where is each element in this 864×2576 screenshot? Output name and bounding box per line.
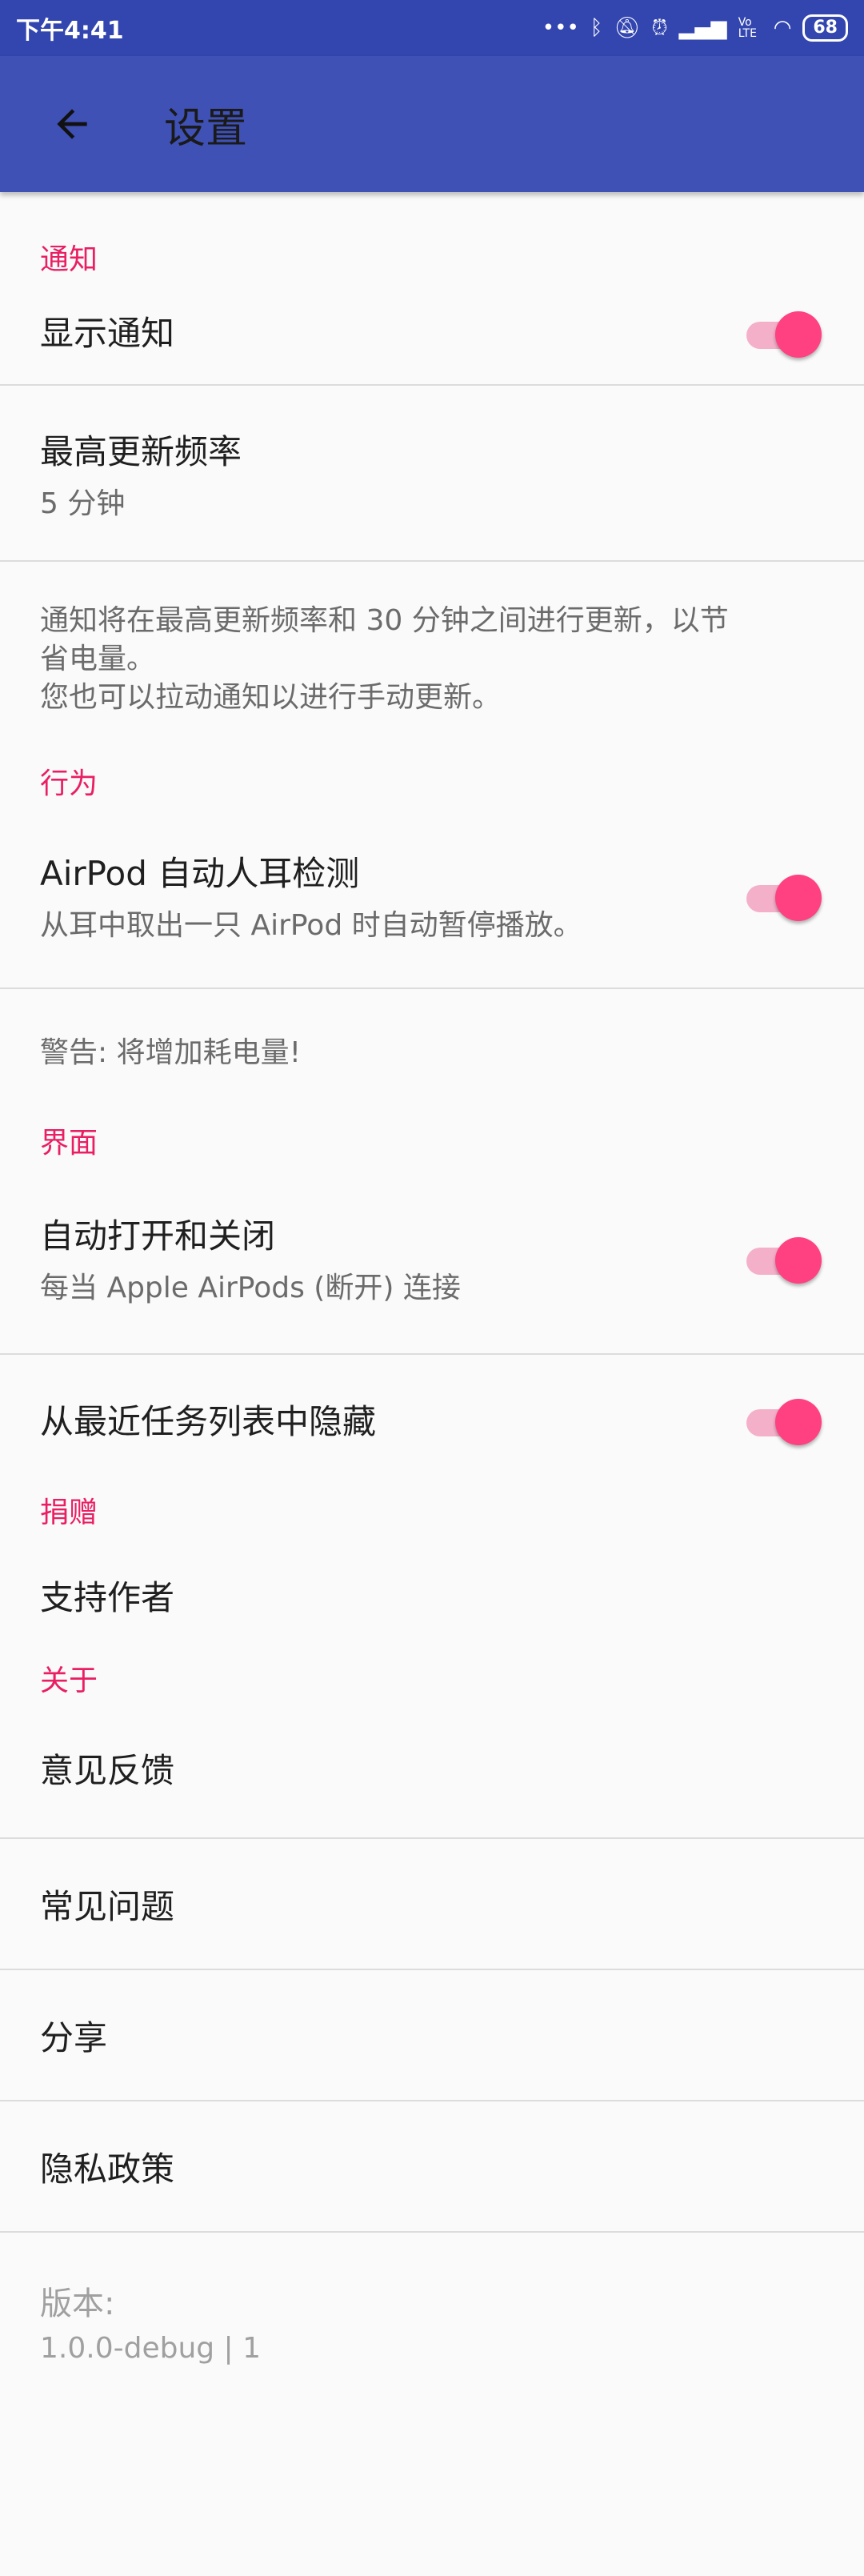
notification-note-line1: 通知将在最高更新频率和 30 分钟之间进行更新，以节	[40, 604, 729, 637]
page-title: 设置	[164, 104, 248, 153]
auto-open-title: 自动打开和关闭	[40, 1216, 276, 1256]
back-arrow-icon	[57, 109, 87, 139]
feedback-row[interactable]: 意见反馈	[0, 1699, 864, 1837]
alarm-icon: ⏰︎	[651, 15, 668, 40]
max-update-rate-title: 最高更新频率	[40, 431, 242, 471]
auto-open-switch[interactable]	[740, 1233, 822, 1284]
battery-icon: 68	[802, 14, 848, 42]
share-row[interactable]: 分享	[0, 1970, 864, 2100]
support-author-row[interactable]: 支持作者	[0, 1531, 864, 1659]
volte-icon: Vo LTE	[738, 16, 757, 40]
show-notifications-switch[interactable]	[740, 307, 822, 358]
back-button[interactable]	[44, 96, 100, 152]
max-update-rate-row[interactable]: 最高更新频率 5 分钟	[0, 386, 864, 560]
support-author-label: 支持作者	[40, 1577, 175, 1617]
auto-open-sub: 每当 Apple AirPods (断开) 连接	[40, 1271, 461, 1304]
notification-note-line3: 您也可以拉动通知以进行手动更新。	[40, 681, 502, 714]
section-header-ui: 界面	[40, 1127, 98, 1160]
section-header-donate: 捐赠	[40, 1496, 98, 1529]
version-value: 1.0.0-debug | 1	[40, 2331, 262, 2365]
app-bar: 设置	[0, 56, 864, 192]
section-header-about: 关于	[40, 1665, 98, 1697]
status-time: 下午4:41	[16, 17, 124, 45]
ear-detect-switch[interactable]	[740, 871, 822, 921]
feedback-label: 意见反馈	[40, 1751, 175, 1790]
privacy-label: 隐私政策	[40, 2149, 175, 2189]
version-row: 版本: 1.0.0-debug | 1	[0, 2233, 864, 2409]
show-notifications-label: 显示通知	[40, 314, 175, 353]
warning-note: 警告: 将增加耗电量!	[40, 1036, 302, 1069]
notification-note-line2: 省电量。	[40, 643, 156, 675]
hide-recent-row[interactable]: 从最近任务列表中隐藏	[0, 1355, 864, 1483]
section-header-notify: 通知	[40, 243, 98, 276]
faq-row[interactable]: 常见问题	[0, 1839, 864, 1969]
notification-note: 通知将在最高更新频率和 30 分钟之间进行更新，以节 省电量。 您也可以拉动通知…	[0, 562, 864, 746]
ear-detect-row[interactable]: AirPod 自动人耳检测 从耳中取出一只 AirPod 时自动暂停播放。	[0, 802, 864, 988]
mute-icon: 🔕︎	[614, 16, 641, 40]
share-label: 分享	[40, 2017, 108, 2057]
status-bar: 下午4:41 ••• ᛒ 🔕︎ ⏰︎ ▂▄▆ Vo LTE ◠ 68	[0, 0, 864, 56]
auto-open-row[interactable]: 自动打开和关闭 每当 Apple AirPods (断开) 连接	[0, 1161, 864, 1353]
hide-recent-label: 从最近任务列表中隐藏	[40, 1401, 377, 1441]
bluetooth-icon: ᛒ	[590, 16, 603, 40]
ear-detect-title: AirPod 自动人耳检测	[40, 853, 360, 893]
signal-icon: ▂▄▆	[678, 16, 727, 40]
section-header-behavior: 行为	[40, 767, 98, 800]
version-label: 版本:	[40, 2285, 115, 2322]
wifi-icon: ◠	[773, 16, 792, 40]
more-dots-icon: •••	[542, 16, 579, 40]
hide-recent-switch[interactable]	[740, 1395, 822, 1445]
privacy-row[interactable]: 隐私政策	[0, 2101, 864, 2231]
max-update-rate-value: 5 分钟	[40, 487, 126, 520]
show-notifications-row[interactable]: 显示通知	[0, 278, 864, 384]
status-icons: ••• ᛒ 🔕︎ ⏰︎ ▂▄▆ Vo LTE ◠ 68	[542, 14, 848, 42]
ear-detect-sub: 从耳中取出一只 AirPod 时自动暂停播放。	[40, 908, 582, 942]
faq-label: 常见问题	[40, 1886, 175, 1926]
